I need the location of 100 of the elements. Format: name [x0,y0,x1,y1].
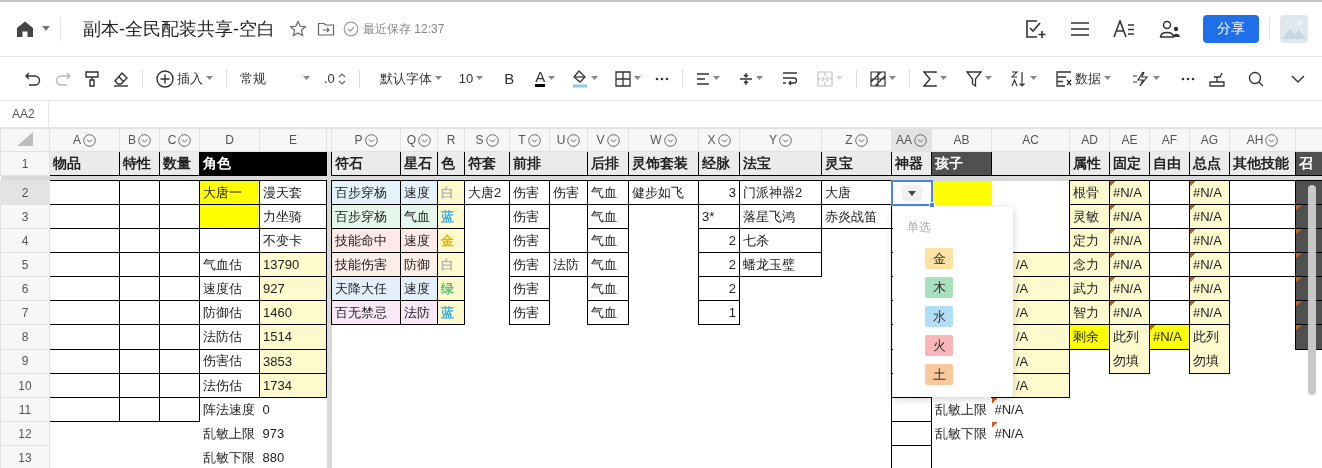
column-header[interactable]: Q [400,128,438,152]
brush-icon[interactable] [1209,70,1226,87]
fill-color-button[interactable] [572,69,599,88]
eraser-icon[interactable] [112,70,129,87]
column-header[interactable]: AF [1149,128,1190,152]
dropdown-circle-icon[interactable] [485,133,499,147]
quick-action-button[interactable] [1132,70,1161,87]
cell-reference[interactable]: AA2 [0,101,49,127]
column-header[interactable]: AH [1229,128,1296,152]
insert-button[interactable]: 插入 [155,69,213,88]
decimal-button[interactable]: .0 [323,71,346,86]
sort-button[interactable] [1011,70,1038,87]
row-header[interactable]: 11 [0,397,50,422]
vertical-align-button[interactable] [739,71,764,86]
wrap-text-icon[interactable] [782,71,799,86]
caret-icon[interactable] [42,26,50,32]
checkbox-plus-icon[interactable] [1025,19,1047,39]
row-header[interactable]: 12 [0,421,50,446]
column-header[interactable]: S [464,128,510,152]
font-size-dropdown[interactable]: 10 [458,71,484,86]
column-header[interactable]: AC [991,128,1070,152]
table-cell: 伤害 [509,252,550,277]
dropdown-circle-icon[interactable] [914,133,927,147]
table-cell-text: 乱敏下限 [201,448,256,467]
column-header[interactable]: W [628,128,699,152]
dropdown-option[interactable]: 火 [925,335,953,356]
column-label: E [289,133,297,147]
column-header[interactable]: V [587,128,629,152]
dropdown-button[interactable] [901,185,922,202]
dropdown-circle-icon[interactable] [663,133,677,147]
column-header[interactable]: AD [1069,128,1110,152]
dropdown-option[interactable]: 金 [925,248,953,269]
column-header[interactable]: Y [739,128,822,152]
text-format-icon[interactable] [1113,20,1135,38]
column-header[interactable]: P [331,128,401,152]
more-icon[interactable] [655,76,670,81]
column-header[interactable]: AG [1189,128,1230,152]
dropdown-circle-icon[interactable] [527,133,541,147]
row-header[interactable]: 13 [0,445,50,468]
bold-button[interactable]: B [504,70,515,87]
column-header[interactable]: AE [1109,128,1150,152]
row-header[interactable]: 2 [0,180,50,205]
dropdown-circle-icon[interactable] [138,133,151,147]
sum-button[interactable] [923,70,948,87]
people-icon[interactable] [1159,20,1181,38]
number-format-dropdown[interactable]: 常规 [239,69,310,88]
column-header[interactable]: A [49,128,120,152]
scrollbar[interactable] [1308,185,1316,395]
column-header[interactable]: Z [821,128,892,152]
home-icon[interactable] [16,20,34,38]
share-button[interactable]: 分享 [1203,15,1259,43]
dropdown-circle-icon[interactable] [717,133,731,147]
column-header[interactable]: AB [931,128,992,152]
more-icon[interactable] [1181,76,1196,81]
dropdown-circle-icon[interactable] [83,133,96,147]
search-icon[interactable] [1248,70,1265,87]
dropdown-circle-icon[interactable] [418,133,432,147]
column-header[interactable]: B [119,128,160,152]
caret-icon [985,76,993,81]
row-header[interactable]: 1 [0,151,50,176]
menu-icon[interactable] [1071,21,1089,37]
row-header[interactable]: 7 [0,300,50,325]
chevron-down-icon[interactable] [1291,74,1306,83]
align-button[interactable] [696,72,721,85]
dropdown-circle-icon[interactable] [364,133,378,147]
column-header[interactable]: U [549,128,588,152]
move-to-folder-icon[interactable] [317,21,335,37]
column-header[interactable]: R [437,128,465,152]
dropdown-option[interactable]: 木 [925,277,953,298]
dropdown-circle-icon[interactable] [779,133,792,147]
dropdown-circle-icon[interactable] [854,133,868,147]
font-color-button[interactable]: A [535,70,556,87]
dropdown-circle-icon[interactable] [567,133,581,147]
column-header[interactable]: E [259,128,327,152]
undo-icon[interactable] [25,71,41,86]
column-header[interactable]: T [509,128,550,152]
row-header[interactable]: 9 [0,349,50,374]
data-menu-button[interactable]: 数据 [1056,69,1112,88]
paint-format-icon[interactable] [84,70,99,87]
dropdown-option[interactable]: 水 [925,306,953,327]
row-header[interactable]: 5 [0,252,50,277]
column-header[interactable]: D [199,128,260,152]
column-header[interactable]: X [698,128,740,152]
dropdown-option[interactable]: 土 [925,364,953,385]
column-header[interactable]: AA [891,128,932,152]
row-header[interactable]: 8 [0,324,50,349]
dropdown-circle-icon[interactable] [606,133,620,147]
row-header[interactable]: 3 [0,204,50,229]
filter-button[interactable] [966,70,993,87]
font-dropdown[interactable]: 默认字体 [379,69,442,88]
column-header[interactable]: C [159,128,200,152]
table-cell: 法防 [549,252,588,277]
row-header[interactable]: 4 [0,228,50,253]
conditional-format-button[interactable] [870,70,897,87]
row-header[interactable]: 6 [0,276,50,301]
dropdown-circle-icon[interactable] [1265,133,1279,147]
star-icon[interactable] [289,20,307,38]
borders-button[interactable] [615,70,642,87]
dropdown-circle-icon[interactable] [178,133,192,147]
row-header[interactable]: 10 [0,373,50,398]
